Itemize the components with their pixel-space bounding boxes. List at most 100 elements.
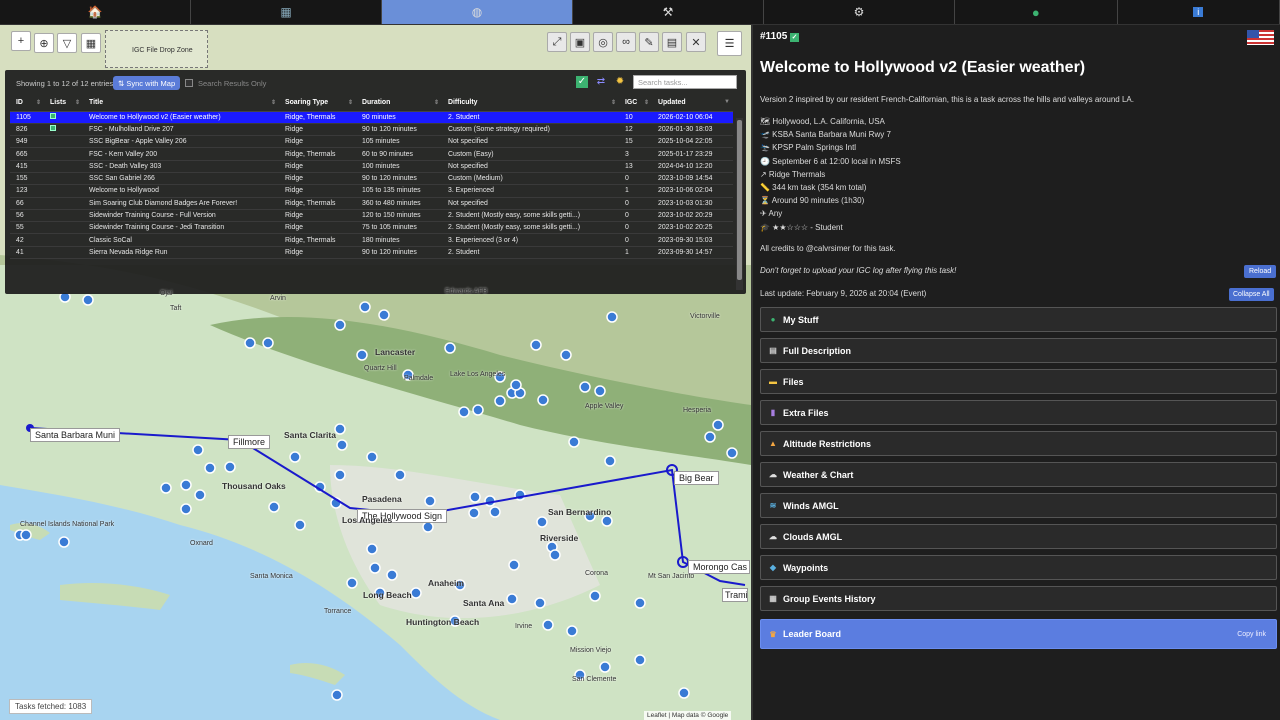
task-marker[interactable] <box>394 469 406 481</box>
nav-tab-globe[interactable]: ◍ <box>382 0 573 24</box>
link-icon[interactable]: ∞ <box>616 32 636 52</box>
task-marker[interactable] <box>469 491 481 503</box>
close-icon[interactable]: ✕ <box>686 32 706 52</box>
us-flag-icon[interactable] <box>1247 30 1274 45</box>
task-marker[interactable] <box>560 349 572 361</box>
collapse-all-button[interactable]: Collapse All <box>1229 288 1274 301</box>
task-marker[interactable] <box>510 379 522 391</box>
task-marker[interactable] <box>366 451 378 463</box>
task-marker[interactable] <box>268 501 280 513</box>
task-marker[interactable] <box>356 349 368 361</box>
nav-tab-user[interactable]: ● <box>955 0 1118 24</box>
task-marker[interactable] <box>489 506 501 518</box>
task-marker[interactable] <box>359 301 371 313</box>
table-row[interactable]: 123 Welcome to Hollywood Ridge 105 to 135 m… <box>10 184 733 198</box>
sort-icon[interactable]: ▼ <box>724 99 730 105</box>
table-row[interactable]: 55 Sidewinder Training Course - Jedi Tran… <box>10 221 733 235</box>
task-marker[interactable] <box>601 515 613 527</box>
column-header-difficulty[interactable]: Difficulty ⇕ <box>442 94 619 112</box>
task-marker[interactable] <box>472 404 484 416</box>
column-header-lists[interactable]: Lists ⇕ <box>44 94 83 112</box>
task-marker[interactable] <box>160 482 172 494</box>
sort-icon[interactable]: ⇕ <box>611 99 616 106</box>
task-marker[interactable] <box>369 562 381 574</box>
checkbox-icon[interactable]: ✓ <box>576 76 588 88</box>
task-marker[interactable] <box>180 479 192 491</box>
task-marker[interactable] <box>331 689 343 701</box>
search-input[interactable]: Search tasks... <box>633 75 737 89</box>
table-row[interactable]: 826 FSC - Mulholland Drive 207 Ridge 90 to … <box>10 123 733 137</box>
filter-icon[interactable]: ▽ <box>57 33 77 53</box>
task-marker[interactable] <box>410 587 422 599</box>
table-row[interactable]: 56 Sidewinder Training Course - Full Vers… <box>10 209 733 223</box>
task-marker[interactable] <box>712 419 724 431</box>
route-label[interactable]: Morongo Cas <box>688 560 750 574</box>
igc-drop-zone[interactable]: IGC File Drop Zone <box>105 30 208 68</box>
column-header-updated[interactable]: Updated ▼ <box>652 94 733 112</box>
section-leader-board[interactable]: ♛ Leader Board Copy link <box>760 619 1277 649</box>
route-label[interactable]: Trami <box>722 588 748 602</box>
task-marker[interactable] <box>704 431 716 443</box>
section-group-events-history[interactable]: ▦ Group Events History <box>760 586 1277 611</box>
layers-icon[interactable]: ☰ <box>717 31 742 56</box>
section-my-stuff[interactable]: ● My Stuff <box>760 307 1277 332</box>
task-marker[interactable] <box>634 654 646 666</box>
task-marker[interactable] <box>468 507 480 519</box>
table-row[interactable]: 66 Sim Soaring Club Diamond Badges Are Fo… <box>10 197 733 210</box>
task-marker[interactable] <box>20 529 32 541</box>
nav-tab-tools[interactable]: ⚒ <box>573 0 764 24</box>
task-marker[interactable] <box>180 503 192 515</box>
task-marker[interactable] <box>534 597 546 609</box>
task-marker[interactable] <box>542 619 554 631</box>
section-weather-chart[interactable]: ☁ Weather & Chart <box>760 462 1277 487</box>
task-marker[interactable] <box>537 394 549 406</box>
task-marker[interactable] <box>589 590 601 602</box>
shuffle-icon[interactable]: ⇄ <box>595 76 607 88</box>
task-marker[interactable] <box>194 489 206 501</box>
task-marker[interactable] <box>458 406 470 418</box>
nav-tab-info[interactable]: i <box>1118 0 1280 24</box>
section-full-description[interactable]: ▤ Full Description <box>760 338 1277 363</box>
map-attribution[interactable]: Leaflet | Map data © Google <box>644 711 732 720</box>
copy-link-button[interactable]: Copy link <box>1237 631 1266 638</box>
task-marker[interactable] <box>224 461 236 473</box>
task-marker[interactable] <box>366 543 378 555</box>
task-marker[interactable] <box>244 337 256 349</box>
route-label[interactable]: Big Bear <box>674 471 719 485</box>
task-marker[interactable] <box>536 516 548 528</box>
task-marker[interactable] <box>568 436 580 448</box>
nav-tab-calendar[interactable]: ▦ <box>191 0 382 24</box>
task-marker[interactable] <box>262 337 274 349</box>
table-row[interactable]: 1105 Welcome to Hollywood v2 (Easier weat… <box>10 111 733 124</box>
location-icon[interactable]: ◎ <box>593 32 613 52</box>
search-results-only-toggle[interactable]: Search Results Only <box>185 76 266 90</box>
zoom-in-button[interactable]: + <box>11 31 31 51</box>
fullscreen-icon[interactable]: ⤢ <box>547 32 567 52</box>
task-marker[interactable] <box>422 521 434 533</box>
task-marker[interactable] <box>594 385 606 397</box>
task-marker[interactable] <box>604 455 616 467</box>
sort-icon[interactable]: ⇕ <box>36 99 41 106</box>
task-marker[interactable] <box>599 661 611 673</box>
task-marker[interactable] <box>726 447 738 459</box>
table-row[interactable]: 42 Classic SoCal Ridge, Thermals 180 minute… <box>10 233 733 247</box>
sort-icon[interactable]: ⇕ <box>348 99 353 106</box>
task-marker[interactable] <box>678 687 690 699</box>
grid-icon[interactable]: ▦ <box>81 33 101 53</box>
task-marker[interactable] <box>336 439 348 451</box>
route-label[interactable]: Santa Barbara Muni <box>30 428 121 442</box>
task-marker[interactable] <box>289 451 301 463</box>
nav-tab-home[interactable]: 🏠 <box>0 0 191 24</box>
route-label[interactable]: Fillmore <box>228 435 271 449</box>
task-marker[interactable] <box>294 519 306 531</box>
task-marker[interactable] <box>549 549 561 561</box>
table-row[interactable]: 949 SSC BigBear - Apple Valley 206 Ridge 10… <box>10 135 733 149</box>
task-marker[interactable] <box>494 395 506 407</box>
column-header-id[interactable]: ID ⇕ <box>10 94 44 112</box>
section-clouds-amgl[interactable]: ☁ Clouds AMGL <box>760 524 1277 549</box>
section-files[interactable]: ▬ Files <box>760 369 1277 394</box>
sort-icon[interactable]: ⇕ <box>644 99 649 106</box>
globe-layer-icon[interactable]: ⊕ <box>34 33 54 53</box>
task-marker[interactable] <box>192 444 204 456</box>
table-row[interactable]: 415 SSC - Death Valley 303 Ridge 100 minute… <box>10 160 733 173</box>
